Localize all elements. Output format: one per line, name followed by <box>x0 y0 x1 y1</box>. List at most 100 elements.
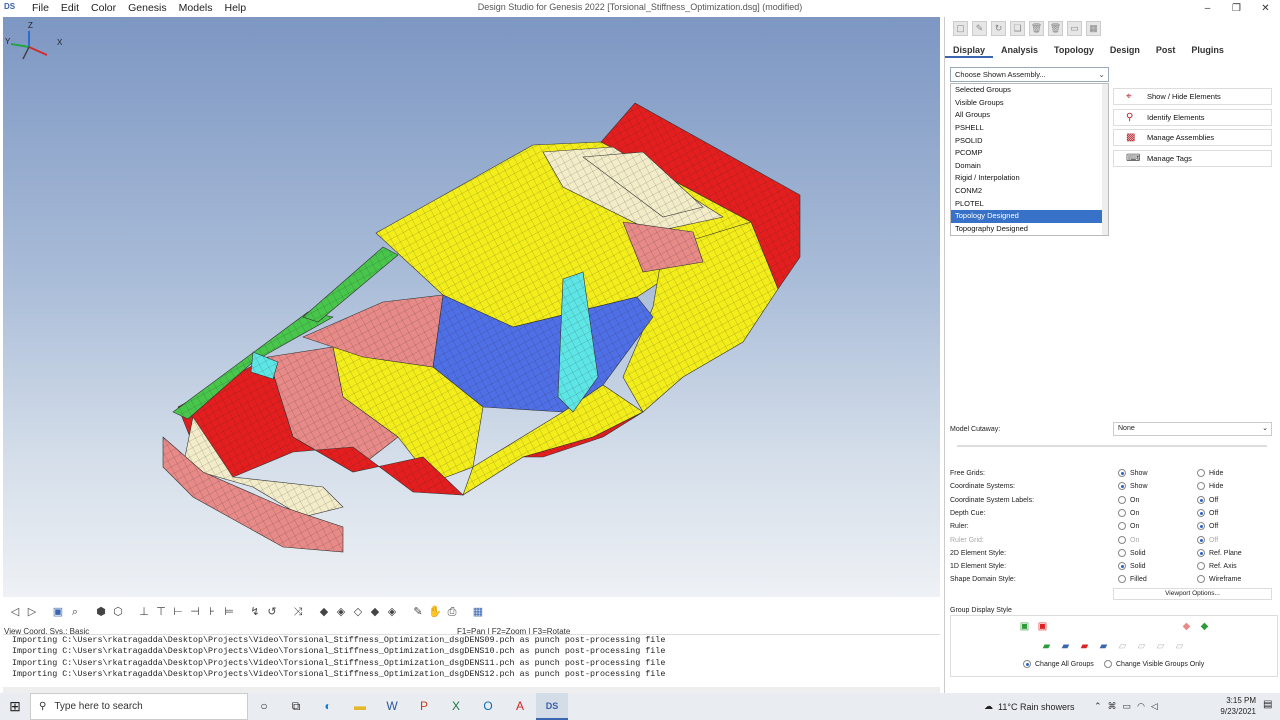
chevron-up-icon[interactable]: ⌃ <box>1094 701 1102 712</box>
weather-widget[interactable]: ☁ 11°C Rain showers <box>984 693 1074 720</box>
view-iso2-icon[interactable]: ⬡ <box>111 605 125 619</box>
screenshot-icon[interactable]: ⎙ <box>445 605 459 619</box>
style-icon-7[interactable]: ▱ <box>1153 640 1168 654</box>
cortana-icon[interactable]: ○ <box>248 693 280 720</box>
setting-radio-second[interactable]: Off <box>1197 522 1218 530</box>
setting-radio-second[interactable]: Wireframe <box>1197 575 1241 583</box>
rotate-z-icon[interactable]: ⤨ <box>291 605 305 619</box>
dropdown-scrollbar[interactable] <box>1102 84 1108 235</box>
assembly-dropdown-list[interactable]: Selected Groups Visible Groups All Group… <box>950 83 1109 236</box>
style-icon-2[interactable]: ▰ <box>1058 640 1073 654</box>
next-view-icon[interactable]: ▷ <box>25 605 39 619</box>
setting-radio-first[interactable]: On <box>1118 496 1139 504</box>
setting-radio-second[interactable]: Ref. Axis <box>1197 562 1237 570</box>
volume-icon[interactable]: ◁ <box>1151 701 1158 712</box>
setting-radio-first[interactable]: Solid <box>1118 562 1146 570</box>
zoom-box-icon[interactable]: ⌕ <box>68 605 82 619</box>
acrobat-icon[interactable]: A <box>504 693 536 720</box>
tab-post[interactable]: Post <box>1148 44 1184 58</box>
view-iso-icon[interactable]: ⬢ <box>94 605 108 619</box>
viewport-options-button[interactable]: Viewport Options... <box>1113 588 1272 600</box>
render-icon[interactable]: ▦ <box>471 605 485 619</box>
powerpoint-icon[interactable]: P <box>408 693 440 720</box>
setting-radio-second[interactable]: Hide <box>1197 469 1223 477</box>
setting-radio-first[interactable]: Solid <box>1118 549 1146 557</box>
close-icon[interactable]: ✕ <box>1251 0 1280 17</box>
style-icon-3[interactable]: ▰ <box>1077 640 1092 654</box>
show-hide-elements-button[interactable]: ⌖ Show / Hide Elements <box>1113 88 1272 105</box>
menu-help[interactable]: Help <box>219 2 253 14</box>
view-back-icon[interactable]: ⊤ <box>154 605 168 619</box>
hand-icon[interactable]: ✋ <box>428 605 442 619</box>
menu-file[interactable]: File <box>26 2 55 14</box>
system-clock[interactable]: 3:15 PM 9/23/2021 <box>1196 695 1256 717</box>
delete-icon[interactable]: 🗑 <box>1029 21 1044 36</box>
red-cube-icon[interactable]: ▣ <box>1035 620 1050 634</box>
tab-analysis[interactable]: Analysis <box>993 44 1046 58</box>
manage-tags-button[interactable]: ⌨ Manage Tags <box>1113 150 1272 167</box>
dropdown-option[interactable]: CONM2 <box>951 185 1108 198</box>
dropdown-option[interactable]: Domain <box>951 160 1108 173</box>
style-icon-8[interactable]: ▱ <box>1172 640 1187 654</box>
style-icon-1[interactable]: ▰ <box>1039 640 1054 654</box>
setting-radio-first[interactable]: On <box>1118 509 1139 517</box>
dropdown-option[interactable]: PSHELL <box>951 122 1108 135</box>
setting-radio-first[interactable]: Show <box>1118 469 1148 477</box>
network-icon[interactable]: ⌘ <box>1108 701 1117 712</box>
setting-radio-second[interactable]: Off <box>1197 496 1218 504</box>
dropdown-option[interactable]: Topography Designed <box>951 223 1108 236</box>
dropdown-option[interactable]: PCOMP <box>951 147 1108 160</box>
shaded-cube-icon[interactable]: ▣ <box>1017 620 1032 634</box>
menu-color[interactable]: Color <box>85 2 122 14</box>
cutaway-slider[interactable] <box>957 445 1267 447</box>
tab-design[interactable]: Design <box>1102 44 1148 58</box>
delete-all-icon[interactable]: 🗑 <box>1048 21 1063 36</box>
change-visible-groups-radio[interactable]: Change Visible Groups Only <box>1104 660 1204 668</box>
manage-assemblies-button[interactable]: ▩ Manage Assemblies <box>1113 129 1272 146</box>
change-all-groups-radio[interactable]: Change All Groups <box>1023 660 1094 668</box>
pan-right-icon[interactable]: ◈ <box>334 605 348 619</box>
edit-icon[interactable]: ✎ <box>972 21 987 36</box>
model-cutaway-select[interactable]: None ⌄ <box>1113 422 1272 436</box>
dropdown-option[interactable]: Selected Groups <box>951 84 1108 97</box>
wifi-icon[interactable]: ◠ <box>1137 701 1145 712</box>
menu-models[interactable]: Models <box>173 2 219 14</box>
expand-icon[interactable]: ▭ <box>1067 21 1082 36</box>
dropdown-option[interactable]: PSOLID <box>951 135 1108 148</box>
style-icon-5[interactable]: ▱ <box>1115 640 1130 654</box>
output-console[interactable]: Importing C:\Users\rkatragadda\Desktop\P… <box>3 634 940 693</box>
fit-view-icon[interactable]: ▣ <box>51 605 65 619</box>
view-left-icon[interactable]: ⊢ <box>171 605 185 619</box>
grid-icon[interactable]: ▦ <box>1086 21 1101 36</box>
restore-icon[interactable]: ❐ <box>1222 0 1251 17</box>
surface-icon[interactable]: ◆ <box>1179 620 1194 634</box>
design-studio-taskbar-icon[interactable]: DS <box>536 693 568 720</box>
refresh-icon[interactable]: ↻ <box>991 21 1006 36</box>
view-right-icon[interactable]: ⊣ <box>188 605 202 619</box>
assembly-select[interactable]: Choose Shown Assembly... ⌄ <box>950 67 1109 82</box>
setting-radio-first[interactable]: Show <box>1118 482 1148 490</box>
previous-view-icon[interactable]: ◁ <box>8 605 22 619</box>
setting-radio-second[interactable]: Ref. Plane <box>1197 549 1242 557</box>
copy-icon[interactable]: ❏ <box>1010 21 1025 36</box>
pan-down-icon[interactable]: ◆ <box>368 605 382 619</box>
edge-icon[interactable]: ◐ <box>312 693 344 720</box>
battery-icon[interactable]: ▭ <box>1123 701 1132 712</box>
setting-radio-first[interactable]: Filled <box>1118 575 1147 583</box>
dropdown-option-highlighted[interactable]: Topology Designed <box>951 210 1108 224</box>
menu-genesis[interactable]: Genesis <box>122 2 173 14</box>
setting-radio-second[interactable]: Hide <box>1197 482 1223 490</box>
surface-alt-icon[interactable]: ◆ <box>1197 620 1212 634</box>
setting-radio-second[interactable]: Off <box>1197 509 1218 517</box>
dropdown-option[interactable]: Rigid / Interpolation <box>951 172 1108 185</box>
tab-display[interactable]: Display <box>945 44 994 58</box>
minimize-icon[interactable]: – <box>1193 0 1222 17</box>
pan-up-icon[interactable]: ◇ <box>351 605 365 619</box>
pan-fit-icon[interactable]: ◈ <box>385 605 399 619</box>
notifications-icon[interactable]: ▤ <box>1263 699 1272 710</box>
tab-plugins[interactable]: Plugins <box>1183 44 1232 58</box>
light-icon[interactable]: ✎ <box>411 605 425 619</box>
graphics-viewport[interactable]: Z Y X <box>3 17 940 597</box>
view-front-icon[interactable]: ⊥ <box>137 605 151 619</box>
pan-left-icon[interactable]: ◆ <box>317 605 331 619</box>
